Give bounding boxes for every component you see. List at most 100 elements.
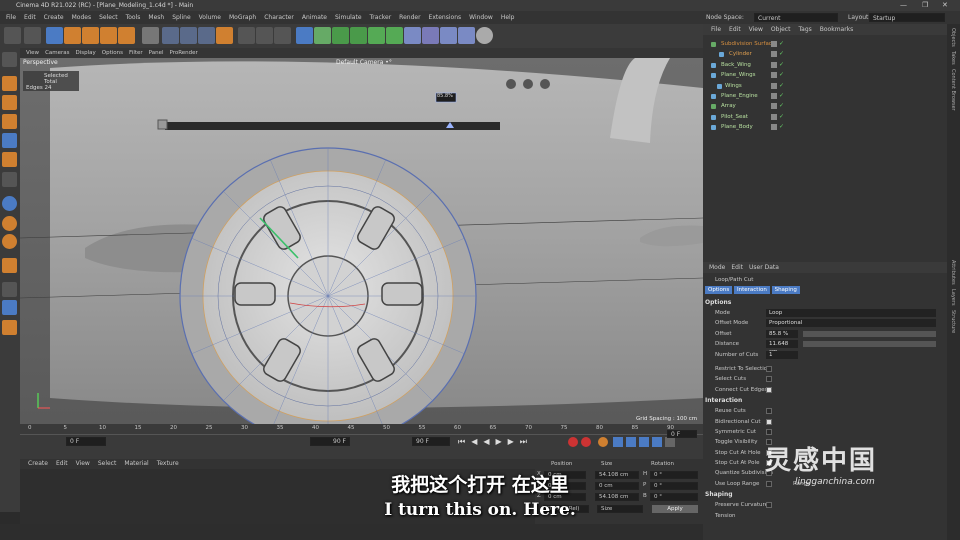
move-icon[interactable]: [64, 27, 81, 44]
recent-tools-icon[interactable]: [118, 27, 135, 44]
frame-end-field[interactable]: 90 F: [310, 437, 350, 446]
menu-extensions[interactable]: Extensions: [429, 11, 462, 24]
render-picture-viewer-icon[interactable]: [256, 27, 273, 44]
tab-layers[interactable]: Layers: [950, 289, 956, 306]
connect-edges-checkbox[interactable]: [766, 386, 772, 393]
snap-icon[interactable]: [2, 196, 17, 211]
menu-window[interactable]: Window: [469, 11, 493, 24]
bidirectional-checkbox[interactable]: [766, 418, 772, 425]
world-coordinates-icon[interactable]: [216, 27, 233, 44]
object-item[interactable]: Subdivision Surface ✓: [703, 39, 947, 49]
autokey-icon[interactable]: [581, 437, 591, 447]
redo-icon[interactable]: [24, 27, 41, 44]
quantize-icon[interactable]: [2, 234, 17, 249]
reuse-cuts-checkbox[interactable]: [766, 408, 772, 415]
viewport-menu-view[interactable]: View: [26, 50, 39, 56]
material-menu-select[interactable]: Select: [98, 460, 117, 467]
viewport-menu-panel[interactable]: Panel: [149, 50, 164, 56]
object-item[interactable]: Plane_Wings ✓: [703, 70, 947, 80]
tab-structure[interactable]: Structure: [950, 310, 956, 333]
object-item[interactable]: Back_Wing ✓: [703, 60, 947, 70]
maximize-icon[interactable]: ❐: [922, 0, 928, 11]
menu-character[interactable]: Character: [264, 11, 294, 24]
param-key-icon[interactable]: [652, 437, 662, 447]
rotation-key-icon[interactable]: [639, 437, 649, 447]
viewport-menu-prorender[interactable]: ProRender: [170, 50, 198, 56]
render-view-icon[interactable]: [238, 27, 255, 44]
node-space-dropdown[interactable]: Current (Standard/Physical): [754, 13, 838, 31]
distance-field[interactable]: 11.648 cm: [766, 340, 798, 355]
om-menu-edit[interactable]: Edit: [729, 26, 741, 33]
points-mode-icon[interactable]: [2, 114, 17, 129]
record-icon[interactable]: [568, 437, 578, 447]
offset-mode-dropdown[interactable]: Proportional: [766, 319, 936, 328]
viewport-3d[interactable]: Perspective Default Camera •° Selected T…: [20, 58, 703, 424]
restrict-checkbox[interactable]: [766, 365, 772, 372]
undo-icon[interactable]: [4, 27, 21, 44]
tab-shaping[interactable]: Shaping: [771, 286, 800, 294]
tab-options[interactable]: Options: [705, 286, 733, 294]
tab-interaction[interactable]: Interaction: [733, 286, 770, 294]
scale-icon[interactable]: [82, 27, 99, 44]
menu-file[interactable]: File: [6, 11, 16, 24]
menu-tools[interactable]: Tools: [126, 11, 141, 24]
tab-content-browser[interactable]: Content Browser: [950, 69, 956, 111]
om-menu-bookmarks[interactable]: Bookmarks: [820, 26, 854, 33]
num-cuts-field[interactable]: 1: [766, 350, 798, 359]
object-coordinates-icon[interactable]: [142, 27, 159, 44]
tab-objects[interactable]: Objects: [950, 28, 956, 47]
material-menu-texture[interactable]: Texture: [157, 460, 179, 467]
menu-create[interactable]: Create: [44, 11, 64, 24]
object-item[interactable]: Plane_Engine ✓: [703, 91, 947, 101]
attr-menu-mode[interactable]: Mode: [709, 264, 725, 271]
material-menu-edit[interactable]: Edit: [56, 460, 68, 467]
texture-mode-icon[interactable]: [2, 95, 17, 110]
object-item[interactable]: Cylinder ✓: [703, 49, 947, 59]
object-item[interactable]: Pilot_Seat ✓: [703, 112, 947, 122]
mode-dropdown[interactable]: Loop: [766, 309, 936, 317]
deformer-icon[interactable]: [368, 27, 385, 44]
cube-icon[interactable]: [296, 27, 313, 44]
menu-help[interactable]: Help: [501, 11, 515, 24]
menu-select[interactable]: Select: [99, 11, 118, 24]
menu-mograph[interactable]: MoGraph: [229, 11, 256, 24]
camera-icon[interactable]: [458, 27, 475, 44]
menu-edit[interactable]: Edit: [24, 11, 36, 24]
offset-field[interactable]: 85.8 %: [766, 329, 798, 338]
tab-takes[interactable]: Takes: [950, 51, 956, 65]
menu-mesh[interactable]: Mesh: [148, 11, 164, 24]
solo-hierarchy-icon[interactable]: [2, 320, 17, 335]
menu-animate[interactable]: Animate: [302, 11, 327, 24]
rotate-icon[interactable]: [100, 27, 117, 44]
point-key-icon[interactable]: [665, 437, 675, 447]
pen-icon[interactable]: [314, 27, 331, 44]
menu-tracker[interactable]: Tracker: [370, 11, 392, 24]
locked-workplane-icon[interactable]: [2, 282, 17, 297]
menu-simulate[interactable]: Simulate: [335, 11, 362, 24]
tab-attributes[interactable]: Attributes: [950, 260, 956, 285]
z-axis-icon[interactable]: [198, 27, 215, 44]
model-mode-icon[interactable]: [2, 76, 17, 91]
close-icon[interactable]: ✕: [942, 0, 948, 11]
material-menu-create[interactable]: Create: [28, 460, 48, 467]
cloner-icon[interactable]: [350, 27, 367, 44]
menu-modes[interactable]: Modes: [72, 11, 91, 24]
object-item[interactable]: Array ✓: [703, 101, 947, 111]
make-editable-icon[interactable]: [2, 52, 17, 67]
frame-max-field[interactable]: 90 F: [412, 437, 450, 446]
material-menu-material[interactable]: Material: [124, 460, 148, 467]
distance-slider[interactable]: [803, 341, 936, 348]
snap-settings-icon[interactable]: [2, 216, 17, 231]
polygons-mode-icon[interactable]: [2, 152, 17, 167]
floor-icon[interactable]: [440, 27, 457, 44]
select-cuts-checkbox[interactable]: [766, 376, 772, 383]
axis-mode-icon[interactable]: [2, 172, 17, 187]
x-axis-icon[interactable]: [162, 27, 179, 44]
symmetric-checkbox[interactable]: [766, 428, 772, 435]
om-menu-view[interactable]: View: [749, 26, 763, 33]
om-menu-file[interactable]: File: [711, 26, 721, 33]
camera-label[interactable]: Default Camera •°: [336, 59, 392, 66]
timeline-ruler[interactable]: 0 5 10 15 20 25 30 35 40 45 50 55 60 65 70 75 80 85 90: [20, 424, 703, 435]
viewport-menu-options[interactable]: Options: [102, 50, 123, 56]
object-item[interactable]: Wings ✓: [703, 81, 947, 91]
